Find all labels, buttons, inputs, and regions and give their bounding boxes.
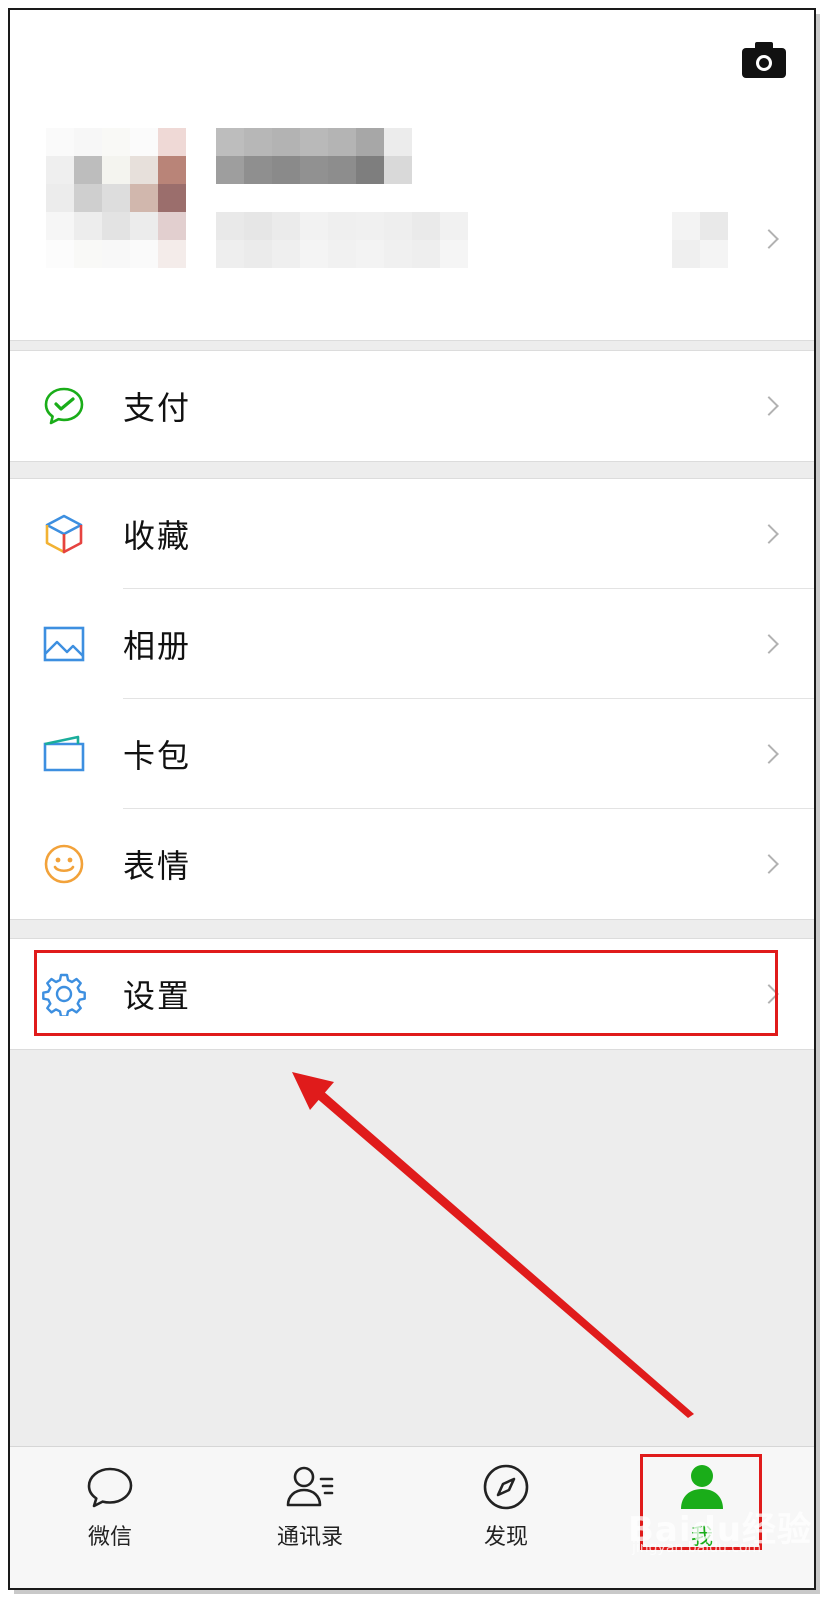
tab-label-discover: 发现 — [483, 1525, 528, 1550]
watermark-url: jingyan.baidu.com — [632, 1540, 762, 1556]
tab-label-contacts: 通讯录 — [276, 1525, 343, 1550]
frame-shadow-bottom — [14, 1590, 820, 1594]
phone-screen: 支付 收藏 相册 卡包 表情 设置 微信 通讯录 发现 我 Baidu经验 ji… — [8, 8, 816, 1590]
tab-discover[interactable]: 发现 — [406, 1447, 606, 1588]
frame-shadow-right — [816, 14, 820, 1594]
annotation-arrow — [292, 1072, 694, 1418]
tab-chats[interactable]: 微信 — [10, 1447, 210, 1588]
tab-label-chats: 微信 — [87, 1525, 132, 1550]
compass-icon — [483, 1464, 529, 1510]
contacts-icon — [286, 1466, 334, 1507]
chat-bubble-icon — [87, 1467, 133, 1508]
tab-contacts[interactable]: 通讯录 — [210, 1447, 410, 1588]
